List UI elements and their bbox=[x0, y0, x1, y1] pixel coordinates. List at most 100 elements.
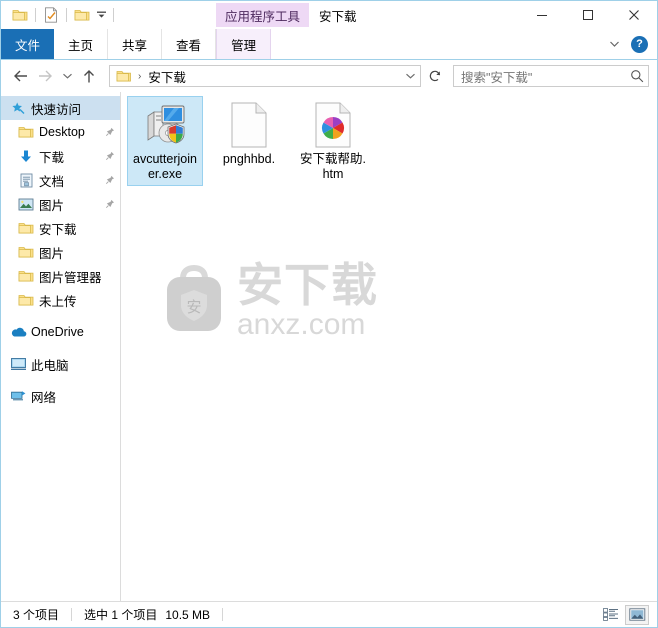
file-item-blank[interactable]: pnghhbd. bbox=[211, 96, 287, 186]
qat-customize-chevron-icon[interactable] bbox=[93, 4, 109, 26]
navigation-pane: 快速访问 Desktop 下载 文档 图片 安下载 图片 图片管理器 未上传 O… bbox=[1, 92, 121, 601]
breadcrumb-root-icon[interactable] bbox=[114, 69, 134, 83]
sidebar-item-documents[interactable]: 文档 bbox=[1, 168, 120, 192]
sidebar-gap-3 bbox=[1, 376, 120, 384]
tab-share-label: 共享 bbox=[122, 38, 148, 53]
close-button[interactable] bbox=[611, 1, 657, 29]
html-document-icon bbox=[309, 101, 357, 149]
up-button[interactable] bbox=[77, 64, 101, 88]
status-selection-count: 选中 1 个项目 bbox=[84, 608, 158, 622]
file-item-htm[interactable]: 安下载帮助.htm bbox=[295, 96, 371, 186]
file-name-label: 安下载帮助.htm bbox=[300, 152, 366, 181]
window-controls bbox=[519, 1, 657, 29]
back-button[interactable] bbox=[9, 64, 33, 88]
sidebar-item-downloads[interactable]: 下载 bbox=[1, 144, 120, 168]
sidebar-item-onedrive[interactable]: OneDrive bbox=[1, 320, 120, 344]
file-grid: avcutterjoiner.exe pnghhbd. 安下载帮助.htm bbox=[121, 92, 657, 192]
file-name-label: avcutterjoiner.exe bbox=[133, 152, 197, 181]
ribbon-filler bbox=[271, 29, 657, 59]
search-placeholder: 搜索"安下载" bbox=[461, 70, 533, 85]
forward-button[interactable] bbox=[33, 64, 57, 88]
network-icon bbox=[9, 389, 27, 403]
sidebar-item-label: 网络 bbox=[31, 390, 57, 405]
folder-icon bbox=[17, 269, 35, 283]
search-input[interactable]: 搜索"安下载" bbox=[453, 65, 649, 87]
breadcrumb-separator: › bbox=[138, 70, 142, 82]
qat-properties-icon[interactable] bbox=[40, 4, 62, 26]
window-title: 安下载 bbox=[319, 9, 357, 24]
large-icons-view-button[interactable] bbox=[625, 604, 649, 625]
sidebar-item-label: 图片管理器 bbox=[39, 270, 102, 285]
title-bar: 应用程序工具 安下载 bbox=[1, 1, 657, 29]
qat-folder-icon[interactable] bbox=[9, 4, 31, 26]
file-item-exe[interactable]: avcutterjoiner.exe bbox=[127, 96, 203, 186]
file-list-view[interactable]: 安 安下载 anxz.com avcutterjoiner.exe pnghhb… bbox=[121, 92, 657, 601]
sidebar-item-label: 文档 bbox=[39, 174, 65, 189]
file-name-label: pnghhbd. bbox=[222, 152, 276, 166]
sidebar-item-label: 安下载 bbox=[39, 222, 77, 237]
folder-icon bbox=[17, 293, 35, 307]
sidebar-gap-1 bbox=[1, 312, 120, 320]
tab-file[interactable]: 文件 bbox=[1, 29, 55, 59]
status-selection-size: 10.5 MB bbox=[165, 607, 211, 622]
sidebar-item-not-uploaded[interactable]: 未上传 bbox=[1, 288, 120, 312]
breadcrumb-item-current[interactable]: 安下载 bbox=[146, 67, 188, 86]
tab-view[interactable]: 查看 bbox=[162, 29, 217, 59]
tab-file-label: 文件 bbox=[15, 38, 41, 53]
ribbon-right-controls: ? bbox=[603, 29, 653, 59]
sidebar-item-label: 未上传 bbox=[39, 294, 77, 309]
details-view-button[interactable] bbox=[599, 605, 623, 625]
qat-separator-3 bbox=[113, 8, 114, 22]
watermark-logo-char: 安 bbox=[186, 299, 201, 316]
refresh-button[interactable] bbox=[423, 65, 447, 87]
sidebar-item-network[interactable]: 网络 bbox=[1, 384, 120, 408]
recent-locations-chevron-icon[interactable] bbox=[57, 64, 77, 88]
sidebar-item-desktop[interactable]: Desktop bbox=[1, 120, 120, 144]
expand-ribbon-chevron-icon[interactable] bbox=[603, 33, 625, 55]
tab-home[interactable]: 主页 bbox=[54, 29, 109, 59]
status-separator-1 bbox=[71, 608, 73, 621]
sidebar-item-label: 图片 bbox=[39, 198, 65, 213]
sidebar-item-anxiazai[interactable]: 安下载 bbox=[1, 216, 120, 240]
tab-view-label: 查看 bbox=[176, 38, 202, 53]
qat-new-folder-icon[interactable] bbox=[71, 4, 93, 26]
help-label: ? bbox=[636, 37, 643, 50]
watermark-text: 安下载 anxz.com bbox=[237, 262, 378, 340]
maximize-button[interactable] bbox=[565, 1, 611, 29]
address-dropdown-chevron-icon[interactable] bbox=[402, 66, 418, 86]
folder-icon bbox=[17, 221, 35, 235]
sidebar-item-label: 快速访问 bbox=[31, 102, 82, 117]
pin-icon[interactable] bbox=[104, 127, 116, 137]
minimize-button[interactable] bbox=[519, 1, 565, 29]
address-input[interactable]: › 安下载 bbox=[109, 65, 421, 87]
status-item-count: 3 个项目 bbox=[13, 608, 60, 622]
contextual-tab-header: 应用程序工具 bbox=[216, 3, 310, 27]
download-icon bbox=[17, 149, 35, 164]
sidebar-item-pictures[interactable]: 图片 bbox=[1, 192, 120, 216]
pin-icon[interactable] bbox=[104, 199, 116, 209]
sidebar-item-this-pc[interactable]: 此电脑 bbox=[1, 352, 120, 376]
status-separator-2 bbox=[222, 608, 224, 621]
this-pc-icon bbox=[9, 357, 27, 371]
pin-icon[interactable] bbox=[104, 151, 116, 161]
tab-manage-label: 管理 bbox=[231, 38, 257, 53]
watermark-en: anxz.com bbox=[237, 308, 366, 341]
folder-icon bbox=[17, 125, 35, 139]
pin-icon[interactable] bbox=[104, 175, 116, 185]
help-button[interactable]: ? bbox=[631, 35, 648, 53]
sidebar-item-label: 图片 bbox=[39, 246, 65, 261]
sidebar-item-pictures-folder[interactable]: 图片 bbox=[1, 240, 120, 264]
pictures-icon bbox=[17, 198, 35, 211]
exe-installer-icon bbox=[141, 101, 189, 149]
sidebar-item-label: Desktop bbox=[39, 125, 85, 139]
tab-manage[interactable]: 管理 bbox=[216, 29, 272, 59]
address-bar: › 安下载 搜索"安下载" bbox=[1, 60, 657, 92]
tab-share[interactable]: 共享 bbox=[108, 29, 163, 59]
search-icon[interactable] bbox=[630, 69, 644, 83]
quick-access-toolbar bbox=[1, 1, 118, 29]
sidebar-item-label: OneDrive bbox=[31, 325, 84, 339]
sidebar-item-picture-manager[interactable]: 图片管理器 bbox=[1, 264, 120, 288]
documents-icon bbox=[17, 173, 35, 188]
sidebar-item-quick-access[interactable]: 快速访问 bbox=[1, 96, 120, 120]
file-explorer-window: 应用程序工具 安下载 文件 主页 共享 查看 管理 ? › 安下载 搜索"安下载… bbox=[0, 0, 658, 628]
